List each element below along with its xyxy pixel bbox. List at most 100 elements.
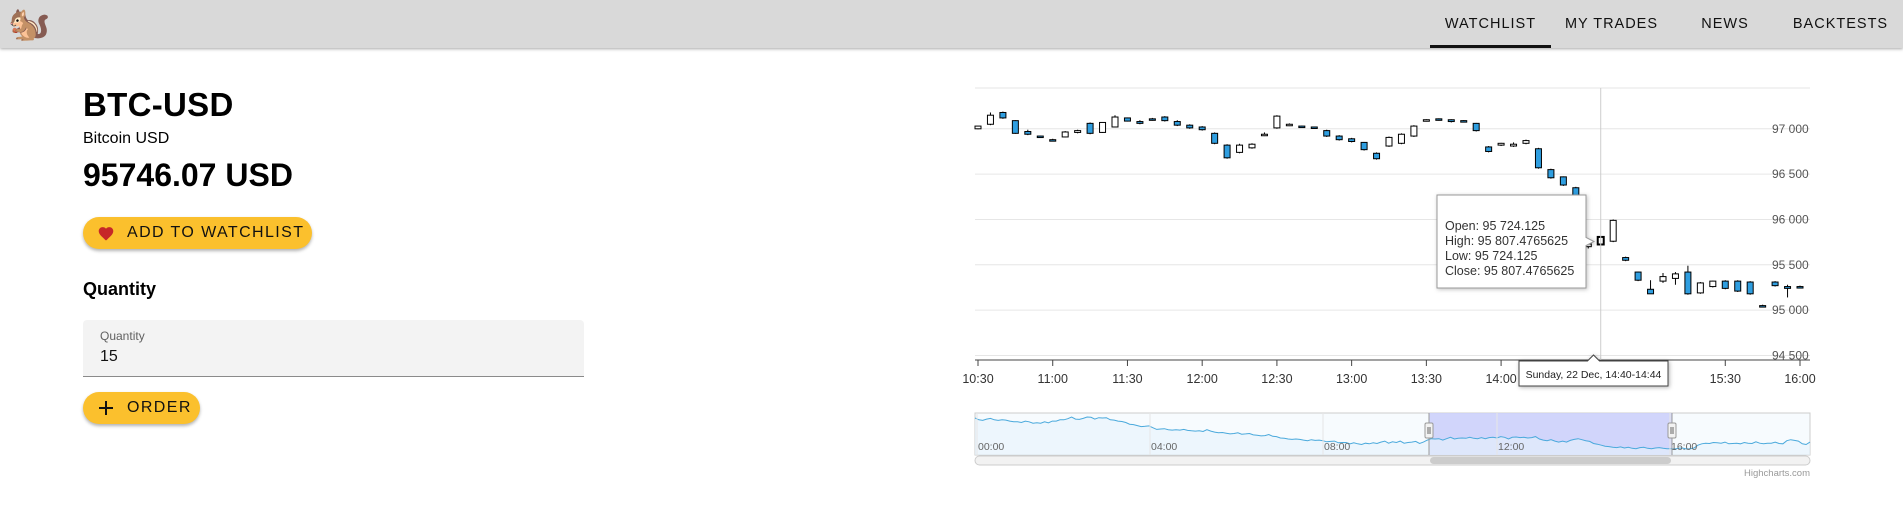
y-tick-label: 95 500: [1772, 258, 1809, 272]
candle: [1522, 140, 1530, 144]
add-to-watchlist-label: ADD TO WATCHLIST: [127, 224, 305, 241]
chart-credit: Highcharts.com: [1744, 468, 1810, 479]
tab-my-trades[interactable]: MY TRADES: [1551, 0, 1672, 48]
top-app-bar: 🐿️ WATCHLIST MY TRADES NEWS BACKTESTS: [0, 0, 1903, 48]
asset-price: 95746.07 USD: [83, 157, 293, 193]
candle: [1373, 152, 1381, 160]
asset-symbol: BTC-USD: [83, 86, 234, 123]
y-tick-label: 96 500: [1772, 167, 1809, 181]
candle: [1099, 121, 1107, 133]
candle: [1422, 119, 1430, 122]
candle: [1385, 136, 1393, 147]
candle: [1796, 286, 1804, 289]
x-tick-label: 15:30: [1710, 372, 1741, 386]
candle: [1248, 143, 1256, 149]
tab-backtests[interactable]: BACKTESTS: [1778, 0, 1903, 48]
navigator-scrollbar-track: [974, 455, 1811, 466]
candle: [1061, 131, 1069, 138]
tab-news[interactable]: NEWS: [1672, 0, 1778, 48]
candle: [1609, 219, 1617, 242]
y-tick-label: 97 000: [1772, 122, 1809, 136]
x-tick-label: 11:30: [1112, 372, 1142, 386]
navigator-selection: [1429, 413, 1672, 455]
candle: [1435, 118, 1443, 121]
chart-overlay: Open: 95 724.125High: 95 807.4765625Low:…: [1436, 88, 1669, 387]
tooltip-line: Close: 95 807.4765625: [1445, 264, 1574, 278]
candle: [1759, 305, 1767, 308]
navigator: 00:00 04:00 08:00 12:00 16:00 Highcharts.com: [974, 412, 1811, 479]
candle: [1111, 116, 1119, 128]
candle: [1074, 130, 1082, 133]
navigator-handle-left: [1424, 422, 1434, 439]
x-axis: 10:30 11:00 11:30 12:00 12:30 13:00 13:30 14:00…: [962, 359, 1816, 386]
candle: [1584, 243, 1592, 248]
candle: [1721, 280, 1729, 289]
candle: [1360, 141, 1368, 151]
main-nav: WATCHLIST MY TRADES NEWS BACKTESTS: [1430, 0, 1903, 48]
candle: [1596, 235, 1605, 246]
candle: [1285, 123, 1293, 127]
candle: [1186, 124, 1194, 129]
navigator-tick-label: 12:00: [1498, 441, 1524, 453]
candle: [1497, 142, 1505, 146]
candle: [1510, 143, 1518, 147]
x-tick-label: 14:30: [1560, 372, 1591, 386]
candle: [1659, 276, 1667, 282]
x-tick-label: 12:30: [1261, 372, 1292, 386]
candle: [1572, 187, 1580, 206]
candle: [1298, 125, 1306, 129]
x-tick-label: 16:00: [1784, 372, 1815, 386]
squirrel-icon[interactable]: 🐿️: [8, 5, 50, 43]
tab-watchlist[interactable]: WATCHLIST: [1430, 0, 1551, 48]
candle: [1335, 135, 1343, 141]
candle: [1559, 176, 1567, 186]
candle: [986, 114, 994, 125]
candle: [1746, 281, 1754, 295]
navigator-area: [975, 417, 1810, 455]
candle: [1161, 116, 1169, 122]
tooltip-line: Low: 95 724.125: [1445, 249, 1537, 263]
y-axis: 97 000 96 500 96 000 95 500 95 000 94 500: [1772, 122, 1809, 363]
navigator-tick-label: 00:00: [978, 441, 1004, 453]
candle: [1696, 282, 1704, 294]
candle: [1036, 135, 1044, 139]
candle: [1260, 133, 1268, 137]
y-tick-label: 95 000: [1772, 303, 1809, 317]
order-label: ORDER: [127, 399, 192, 416]
candle: [1622, 257, 1630, 261]
x-tick-label: 13:00: [1336, 372, 1367, 386]
tooltip-line: High: 95 807.4765625: [1445, 234, 1568, 248]
candle: [1647, 288, 1655, 295]
navigator-tick-label: 08:00: [1324, 441, 1350, 453]
candle: [1198, 126, 1206, 131]
y-tick-label: 94 500: [1772, 348, 1809, 362]
candle: [1173, 121, 1181, 126]
order-button[interactable]: ORDER: [83, 392, 200, 424]
candle: [1397, 133, 1405, 144]
add-to-watchlist-button[interactable]: ADD TO WATCHLIST: [83, 217, 312, 249]
candle: [1049, 139, 1057, 142]
quantity-field[interactable]: Quantity: [83, 320, 584, 377]
tooltip-line: Open: 95 724.125: [1445, 219, 1545, 233]
x-tick-label: 12:00: [1187, 372, 1218, 386]
candle: [1684, 271, 1692, 295]
candle: [1547, 169, 1555, 179]
candle: [1771, 281, 1779, 287]
candle: [1136, 121, 1144, 124]
crosshair-label: Sunday, 22 Dec, 14:40-14:44: [1526, 369, 1662, 381]
navigator-handle-right: [1667, 422, 1677, 439]
candle: [1709, 280, 1717, 288]
candle: [1410, 125, 1418, 137]
candle: [1273, 115, 1281, 129]
candle: [1485, 146, 1493, 152]
navigator-scrollbar-thumb: [1430, 457, 1671, 464]
candle: [1472, 122, 1480, 132]
chart-grid: [975, 87, 1810, 356]
candle: [1671, 273, 1679, 279]
candle: [1734, 280, 1742, 292]
quantity-heading: Quantity: [83, 279, 157, 299]
quantity-input[interactable]: [100, 348, 560, 366]
x-tick-label: 13:30: [1411, 372, 1442, 386]
x-tick-label: 11:00: [1038, 372, 1068, 386]
candle: [1148, 118, 1156, 121]
